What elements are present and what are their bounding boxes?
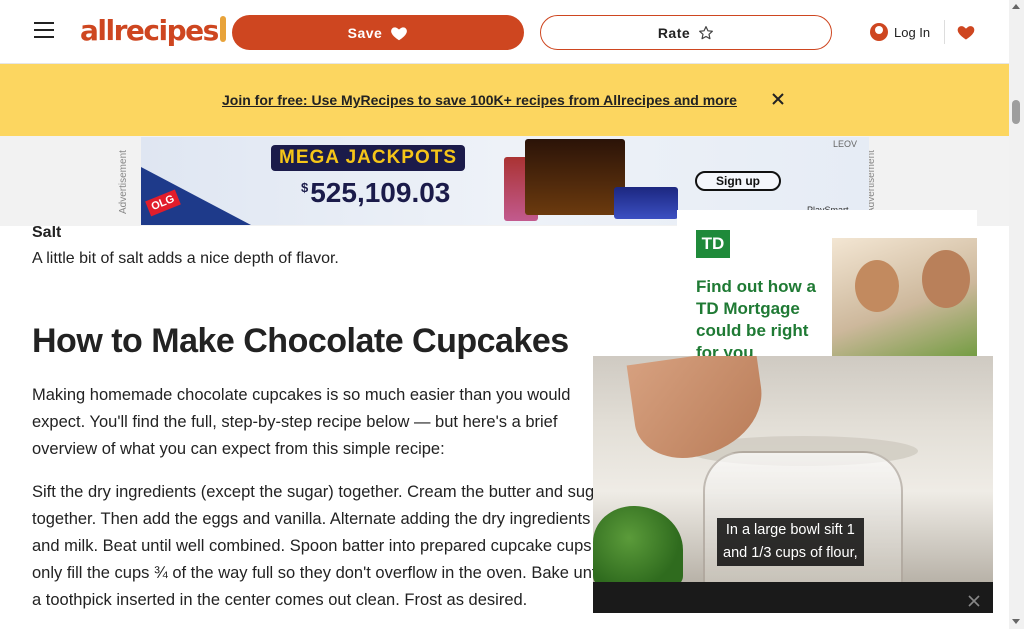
scrollbar-thumb[interactable] — [1012, 100, 1020, 124]
logo-spoon-icon — [219, 16, 226, 42]
paragraph-line: Sift the dry ingredients (except the sug… — [32, 483, 609, 501]
video-plant — [593, 506, 683, 586]
caption-line: and 1/3 cups of flour, — [723, 545, 858, 561]
paragraph-line: together. Then add the eggs and vanilla.… — [32, 510, 591, 528]
saved-hearts-icon[interactable] — [956, 22, 976, 42]
scroll-down-arrow-icon[interactable] — [1012, 619, 1020, 624]
join-myrecipes-link[interactable]: Join for free: Use MyRecipes to save 100… — [222, 92, 737, 108]
td-ad-headline: Find out how a TD Mortgage could be righ… — [696, 277, 816, 362]
close-icon[interactable] — [770, 88, 786, 110]
steps-paragraph: Sift the dry ingredients (except the sug… — [32, 479, 612, 619]
scroll-up-arrow-icon[interactable] — [1012, 4, 1020, 9]
currency-symbol: $ — [301, 180, 309, 195]
login-link[interactable]: Log In — [870, 20, 930, 44]
login-label: Log In — [894, 24, 931, 40]
page-scrollbar[interactable] — [1009, 0, 1024, 629]
jackpot-amount: $525,109.03 — [301, 177, 450, 209]
rate-button[interactable]: Rate — [540, 15, 832, 50]
slot-game-thumbnail — [525, 139, 625, 215]
jackpot-value: 525,109.03 — [310, 177, 451, 208]
hamburger-menu-icon[interactable] — [34, 22, 54, 40]
slot-game-thumbnail — [614, 187, 678, 219]
heart-icon — [391, 26, 408, 40]
save-button-label: Save — [347, 24, 383, 41]
video-controls-bar[interactable] — [593, 582, 993, 613]
caption-line: In a large bowl sift 1 — [725, 522, 855, 538]
paragraph-line: only fill the cups ¾ of the way full so … — [32, 564, 604, 582]
recipe-video-player[interactable]: In a large bowl sift 1 and 1/3 cups of f… — [593, 356, 993, 613]
ad-choices-label[interactable]: LEOV — [833, 139, 857, 149]
logo-text: allrecipes — [80, 14, 219, 47]
advertisement-label: Advertisement — [866, 150, 877, 215]
ad-title: MEGA JACKPOTS — [271, 145, 466, 171]
td-logo: TD — [696, 230, 730, 258]
paragraph-line: a toothpick inserted in the center comes… — [32, 591, 528, 609]
video-caption: In a large bowl sift 1 and 1/3 cups of f… — [717, 518, 864, 566]
ingredient-description: A little bit of salt adds a nice depth o… — [32, 250, 339, 267]
close-icon[interactable] — [966, 593, 982, 609]
section-heading: How to Make Chocolate Cupcakes — [32, 322, 569, 360]
user-icon — [870, 23, 888, 41]
td-ad-person — [922, 250, 970, 308]
header-divider — [944, 20, 945, 44]
paragraph-line: and milk. Beat until well combined. Spoo… — [32, 537, 597, 555]
save-button[interactable]: Save — [232, 15, 524, 50]
intro-paragraph: Making homemade chocolate cupcakes is so… — [32, 386, 571, 458]
rate-button-label: Rate — [657, 24, 691, 41]
page: allrecipes Save Rate Log In Join for fre… — [0, 0, 1024, 629]
td-ad-person — [855, 260, 899, 312]
ad-signup-button[interactable]: Sign up — [695, 171, 781, 191]
video-frame: In a large bowl sift 1 and 1/3 cups of f… — [593, 356, 993, 591]
allrecipes-logo[interactable]: allrecipes — [80, 14, 226, 50]
star-icon — [699, 25, 714, 39]
ingredient-heading: Salt — [32, 226, 62, 240]
